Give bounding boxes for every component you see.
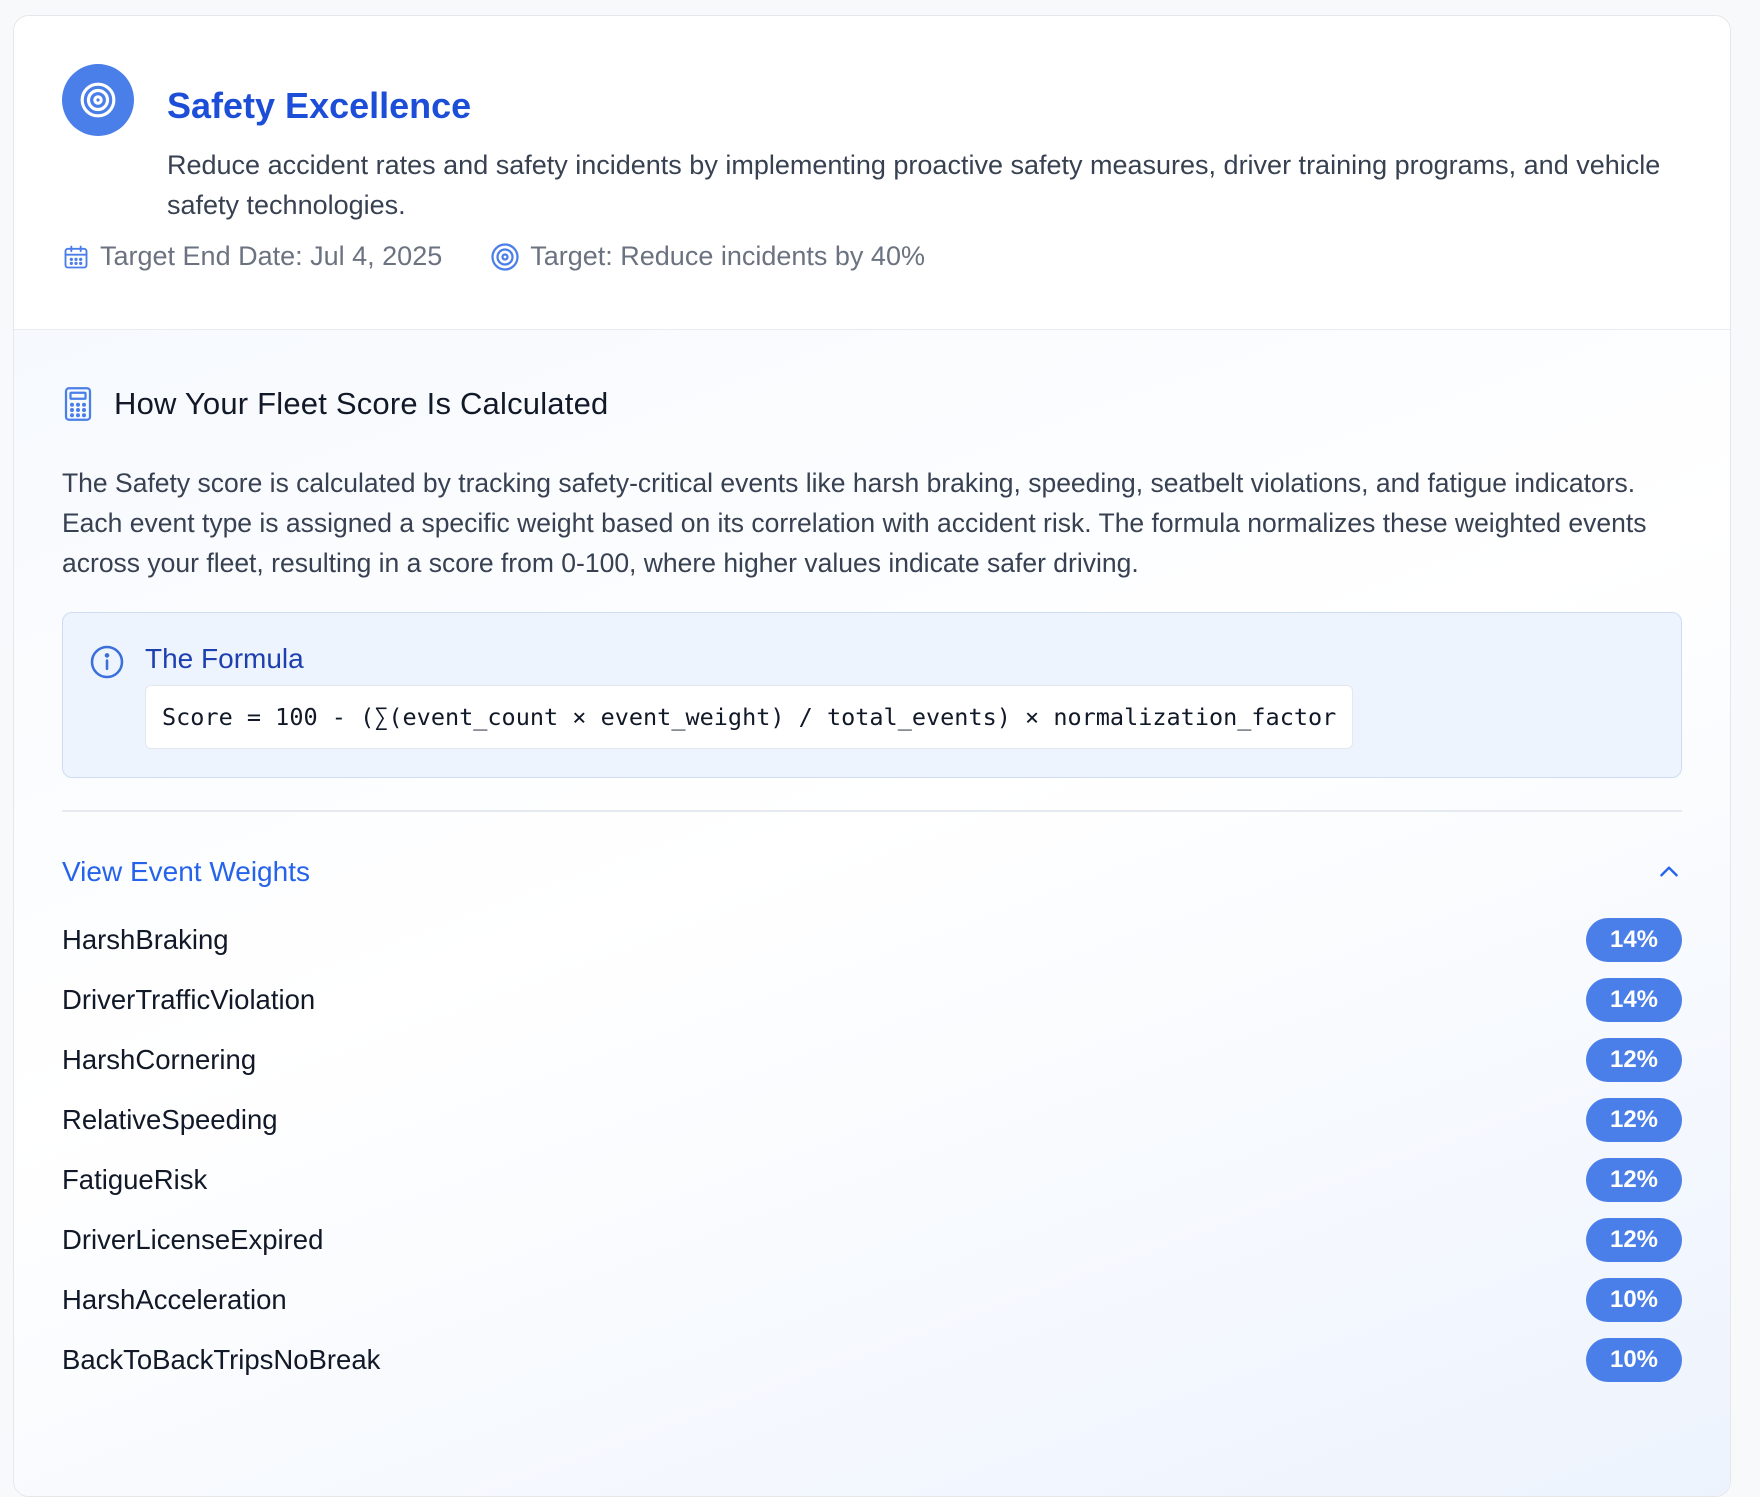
target-end-date-text: Target End Date: Jul 4, 2025 <box>100 241 443 271</box>
event-weight-row: FatigueRisk 12% <box>62 1150 1682 1210</box>
goal-description: Reduce accident rates and safety inciden… <box>167 150 1661 220</box>
event-weight-row: BackToBackTripsNoBreak 10% <box>62 1330 1682 1390</box>
view-event-weights-label: View Event Weights <box>62 856 310 887</box>
event-weights-list: HarshBraking 14% DriverTrafficViolation … <box>62 910 1682 1390</box>
weight-badge: 12% <box>1586 1038 1682 1082</box>
goal-card: Safety Excellence Reduce accident rates … <box>13 15 1731 1497</box>
goal-title: Safety Excellence <box>167 85 472 126</box>
formula-box: The Formula Score = 100 - (∑(event_count… <box>62 612 1682 778</box>
event-weight-row: HarshBraking 14% <box>62 910 1682 970</box>
weight-badge: 12% <box>1586 1098 1682 1142</box>
event-weight-row: RelativeSpeeding 12% <box>62 1090 1682 1150</box>
weight-badge: 10% <box>1586 1338 1682 1382</box>
calendar-icon <box>64 245 88 268</box>
event-name: DriverTrafficViolation <box>62 984 316 1015</box>
weight-badge: 12% <box>1586 1218 1682 1262</box>
weight-badge: 10% <box>1586 1278 1682 1322</box>
target-end-date: Target End Date: Jul 4, 2025 <box>62 241 442 272</box>
event-weight-row: DriverLicenseExpired 12% <box>62 1210 1682 1270</box>
chevron-up-icon[interactable] <box>1656 859 1682 885</box>
calculation-title: How Your Fleet Score Is Calculated <box>114 386 609 421</box>
event-name: DriverLicenseExpired <box>62 1224 324 1255</box>
event-weight-row: HarshAcceleration 10% <box>62 1270 1682 1330</box>
event-name: HarshCornering <box>62 1044 257 1075</box>
event-name: RelativeSpeeding <box>62 1104 278 1135</box>
calculation-header: How Your Fleet Score Is Calculated <box>62 386 608 422</box>
target-icon <box>62 64 134 136</box>
event-name: FatigueRisk <box>62 1164 208 1195</box>
target-icon <box>491 242 519 271</box>
section-divider <box>62 810 1682 812</box>
weight-badge: 14% <box>1586 978 1682 1022</box>
target-value-text: Target: Reduce incidents by 40% <box>530 241 925 271</box>
goal-meta: Target End Date: Jul 4, 2025 Target: Red… <box>62 241 925 272</box>
target-value: Target: Reduce incidents by 40% <box>490 241 925 272</box>
score-calculation-section: How Your Fleet Score Is Calculated The S… <box>14 330 1730 1496</box>
event-name: HarshBraking <box>62 924 229 955</box>
info-icon <box>90 645 124 679</box>
weight-badge: 14% <box>1586 918 1682 962</box>
event-name: BackToBackTripsNoBreak <box>62 1344 381 1375</box>
weight-badge: 12% <box>1586 1158 1682 1202</box>
formula-title: The Formula <box>145 643 304 674</box>
goal-header: Safety Excellence Reduce accident rates … <box>14 16 1730 330</box>
view-event-weights-toggle[interactable]: View Event Weights <box>62 850 1682 894</box>
formula-code: Score = 100 - (∑(event_count × event_wei… <box>145 685 1354 749</box>
event-name: HarshAcceleration <box>62 1284 287 1315</box>
calculator-icon <box>64 387 92 421</box>
event-weight-row: HarshCornering 12% <box>62 1030 1682 1090</box>
event-weight-row: DriverTrafficViolation 14% <box>62 970 1682 1030</box>
calculation-description: The Safety score is calculated by tracki… <box>62 468 1647 578</box>
